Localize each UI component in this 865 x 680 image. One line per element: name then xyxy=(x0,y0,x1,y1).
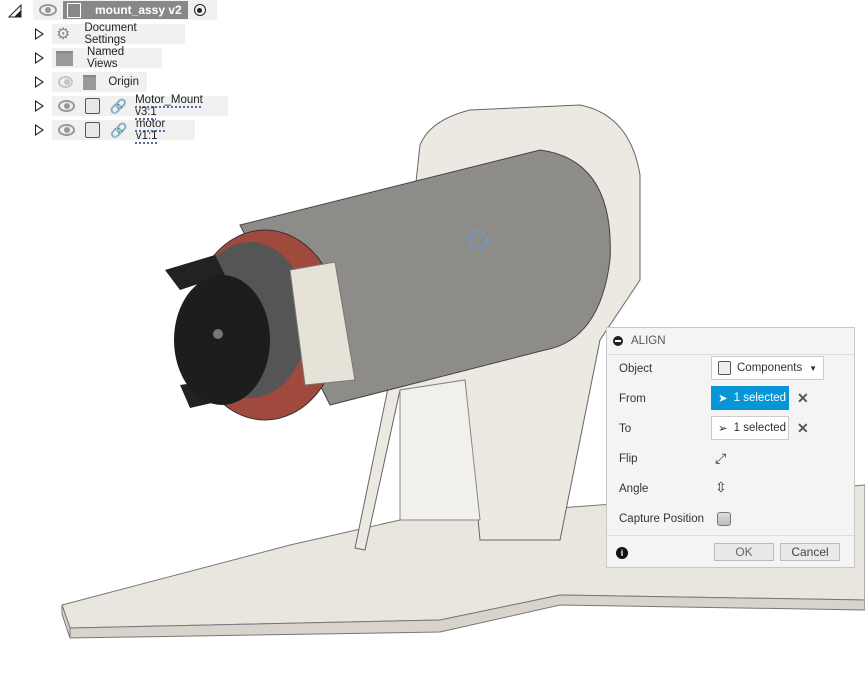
shaft-hole xyxy=(213,329,223,339)
tree-item-origin[interactable]: Origin xyxy=(52,72,147,92)
dialog-title: ALIGN xyxy=(631,335,666,347)
info-icon[interactable]: i xyxy=(616,547,628,559)
angle-rotate-icon[interactable]: ⇳ xyxy=(715,479,727,496)
gear-icon: ⚙ xyxy=(56,26,71,43)
component-icon xyxy=(85,122,101,138)
clear-to-icon[interactable]: ✕ xyxy=(797,420,809,437)
divider xyxy=(607,535,854,536)
capture-position-checkbox[interactable] xyxy=(717,512,731,526)
eye-hidden-icon[interactable] xyxy=(58,76,73,88)
flip-label: Flip xyxy=(619,453,638,465)
to-label: To xyxy=(619,423,632,435)
tree-item-document-settings[interactable]: ⚙ Document Settings xyxy=(52,22,185,46)
chevron-down-icon: ▼ xyxy=(809,363,817,373)
eye-icon[interactable] xyxy=(58,124,76,136)
cursor-icon: ➢ xyxy=(718,423,728,435)
capture-position-label: Capture Position xyxy=(619,513,705,525)
link-icon: 🔗 xyxy=(110,121,128,138)
folder-icon xyxy=(56,50,74,66)
flip-icon[interactable]: ⤢ xyxy=(715,450,726,467)
collapse-icon[interactable] xyxy=(613,336,623,346)
tree-root[interactable]: mount_assy v2 xyxy=(8,0,217,20)
object-label: Object xyxy=(619,363,653,375)
angle-label: Angle xyxy=(619,483,649,495)
eye-icon[interactable] xyxy=(39,4,57,16)
root-label: mount_assy v2 xyxy=(95,3,182,17)
expand-triangle-icon[interactable] xyxy=(35,52,44,64)
align-dialog: ALIGN Object Components ▼ From ➤ 1 selec… xyxy=(606,327,855,568)
eye-icon[interactable] xyxy=(58,100,75,112)
expand-triangle-icon[interactable] xyxy=(35,100,44,112)
collapse-triangle-icon[interactable] xyxy=(8,4,22,18)
folder-icon xyxy=(82,74,97,90)
expand-triangle-icon[interactable] xyxy=(35,124,44,136)
from-selection[interactable]: ➤ 1 selected xyxy=(711,386,789,410)
assembly-icon xyxy=(67,2,81,18)
to-selection[interactable]: ➢ 1 selected xyxy=(711,416,789,440)
component-icon xyxy=(84,98,100,114)
tree-item-motor-mount[interactable]: 🔗 Motor_Mount v3:1 xyxy=(52,94,228,118)
link-icon: 🔗 xyxy=(109,97,128,114)
cursor-icon: ➤ xyxy=(718,393,728,405)
expand-triangle-icon[interactable] xyxy=(35,28,44,40)
dialog-header[interactable]: ALIGN xyxy=(607,328,854,355)
component-icon xyxy=(718,361,731,375)
expand-triangle-icon[interactable] xyxy=(35,76,44,88)
object-dropdown[interactable]: Components ▼ xyxy=(711,356,824,380)
tree-item-named-views[interactable]: Named Views xyxy=(52,46,162,70)
clear-from-icon[interactable]: ✕ xyxy=(797,390,809,407)
activate-radio-icon[interactable] xyxy=(193,4,206,16)
cancel-button[interactable]: Cancel xyxy=(780,543,840,561)
from-label: From xyxy=(619,393,646,405)
ok-button[interactable]: OK xyxy=(714,543,774,561)
tree-item-motor[interactable]: 🔗 motor v1:1 xyxy=(52,118,195,142)
motor-shaft-housing xyxy=(174,275,270,405)
